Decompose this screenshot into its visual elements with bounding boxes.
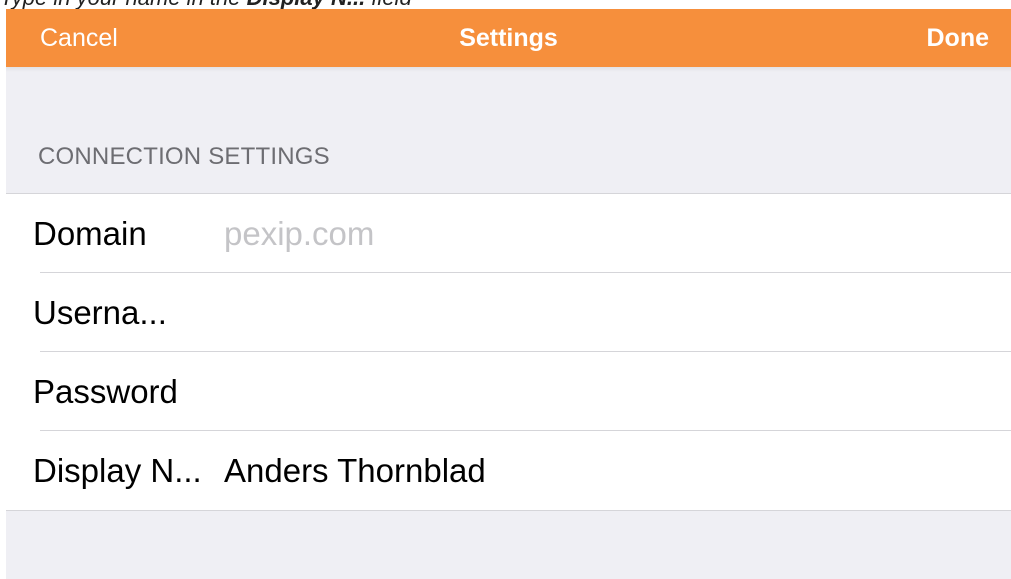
username-field[interactable] <box>224 273 984 352</box>
username-label: Userna... <box>33 294 167 331</box>
section-header-connection: CONNECTION SETTINGS <box>38 143 330 170</box>
done-button[interactable]: Done <box>927 9 990 67</box>
display-name-row[interactable]: Display N... <box>6 431 1011 510</box>
settings-content: CONNECTION SETTINGS Domain Userna... Pas… <box>6 67 1011 579</box>
instruction-text: Type in your name in the Display N... fi… <box>0 0 412 9</box>
domain-field[interactable] <box>224 194 984 273</box>
cancel-button[interactable]: Cancel <box>40 9 118 67</box>
display-name-field[interactable] <box>224 431 984 510</box>
display-name-label: Display N... <box>33 452 202 489</box>
password-row[interactable]: Password <box>6 352 1011 431</box>
navbar-shadow <box>6 67 1011 72</box>
domain-label: Domain <box>33 215 147 252</box>
username-row[interactable]: Userna... <box>6 273 1011 352</box>
password-field[interactable] <box>224 352 984 431</box>
navigation-bar: Settings Cancel Done <box>6 9 1011 67</box>
nav-title-wrap: Settings <box>6 9 1011 67</box>
page-title: Settings <box>459 24 558 52</box>
password-label: Password <box>33 373 178 410</box>
instruction-caption: Type in your name in the Display N... fi… <box>0 0 1011 9</box>
connection-settings-group: Domain Userna... Password Display N... <box>6 193 1011 511</box>
domain-row[interactable]: Domain <box>6 194 1011 273</box>
